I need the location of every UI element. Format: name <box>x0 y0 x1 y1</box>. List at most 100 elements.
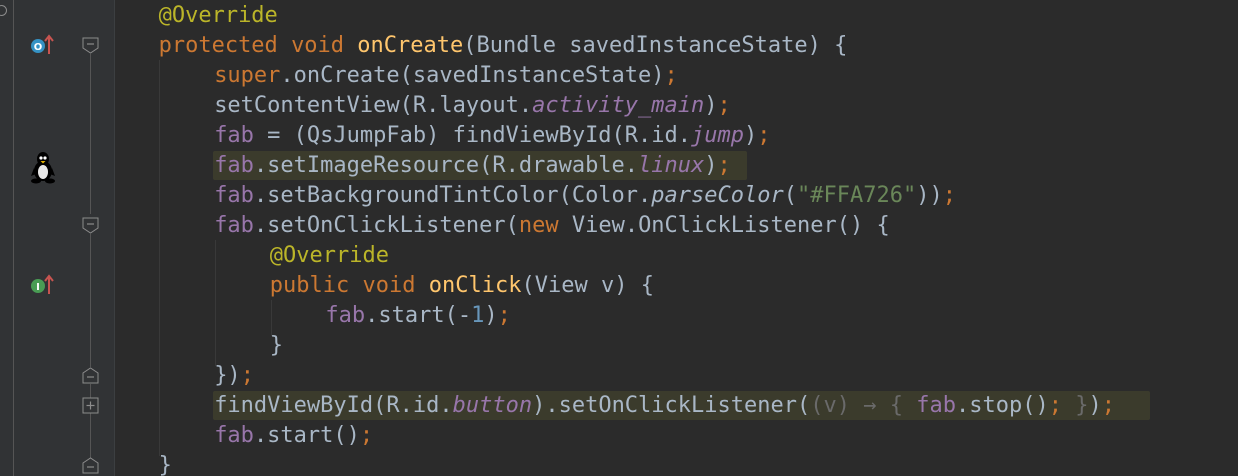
tool-window-strip <box>0 0 14 476</box>
code-line[interactable]: super.onCreate(savedInstanceState); <box>214 61 678 91</box>
code-line[interactable]: public void onClick(View v) { <box>270 271 654 301</box>
code-token: ) <box>484 303 498 328</box>
code-token: } <box>269 333 284 358</box>
code-line[interactable]: fab.setImageResource(R.drawable.linux); <box>214 151 731 181</box>
code-token: ; <box>717 93 731 118</box>
code-token: .stop() <box>955 393 1049 418</box>
code-token: ; <box>497 303 511 328</box>
fold-collapse-icon[interactable] <box>82 37 99 54</box>
code-token: @Override <box>158 3 278 28</box>
code-line[interactable]: protected void onCreate(Bundle savedInst… <box>159 31 848 61</box>
indent-guide <box>215 240 216 366</box>
code-line[interactable]: }); <box>214 361 254 391</box>
code-token: super <box>214 63 281 88</box>
fold-line <box>90 384 91 460</box>
code-token: .setOnClickListener( <box>253 213 519 238</box>
code-token: fab <box>214 423 254 448</box>
implement-method-icon[interactable]: I <box>30 274 56 296</box>
code-line[interactable]: } <box>270 331 283 361</box>
code-line[interactable]: fab.start(-1); <box>325 301 510 331</box>
code-token: fab <box>214 153 254 178</box>
code-token: .setBackgroundTintColor(Color. <box>253 183 652 208</box>
code-token: ) <box>704 153 718 178</box>
code-token: new <box>518 213 559 238</box>
code-token: } <box>1075 393 1089 418</box>
code-line[interactable]: fab.start(); <box>214 421 373 451</box>
tool-window-indicator-icon[interactable] <box>0 5 7 16</box>
code-line[interactable]: fab = (QsJumpFab) findViewById(R.id.jump… <box>214 121 770 151</box>
code-token: setContentView(R.layout. <box>214 93 533 118</box>
override-method-icon[interactable]: O <box>30 34 56 56</box>
code-token: View.OnClickListener() { <box>558 213 890 238</box>
code-token: fab <box>214 213 254 238</box>
code-token: button <box>452 393 533 418</box>
code-token: jump <box>691 123 745 148</box>
code-token: .onCreate(savedInstanceState) <box>280 63 665 88</box>
code-line[interactable]: } <box>159 451 172 476</box>
fold-collapse-icon[interactable] <box>82 217 99 234</box>
code-token: ) <box>744 123 758 148</box>
code-token: 1 <box>471 303 485 328</box>
indent-guide <box>159 60 160 456</box>
code-token: .start(- <box>365 303 472 328</box>
code-token: fab <box>214 123 254 148</box>
fold-expand-icon[interactable] <box>82 397 99 414</box>
code-token: = (QsJumpFab) findViewById(R.id. <box>253 123 692 148</box>
fold-end-icon[interactable] <box>82 457 99 474</box>
code-token: fab <box>325 303 366 328</box>
code-token: onClick <box>428 273 522 298</box>
code-token: onCreate <box>357 33 464 58</box>
code-token: findViewById(R.id. <box>214 393 453 418</box>
code-token: linux <box>638 153 705 178</box>
gutter-separator <box>114 0 115 476</box>
code-token: } <box>158 453 172 476</box>
code-token: ; <box>359 423 374 448</box>
code-token: parseColor <box>651 183 784 208</box>
code-token: @Override <box>269 243 390 268</box>
code-token: "#FFA726" <box>797 183 917 208</box>
code-token: (View v) { <box>521 273 654 298</box>
code-token: public <box>269 273 350 298</box>
code-editor[interactable]: O I @Override protected void onCreate(Bun… <box>0 0 1238 476</box>
code-token: ; <box>757 123 771 148</box>
fold-line <box>90 234 91 367</box>
code-token: ; <box>717 153 731 178</box>
code-token: fab <box>916 393 956 418</box>
code-token: ).setOnClickListener( <box>532 393 811 418</box>
linux-penguin-icon[interactable] <box>28 150 58 184</box>
code-token: fab <box>214 183 254 208</box>
implement-badge: I <box>36 282 40 293</box>
code-line[interactable]: findViewById(R.id.button).setOnClickList… <box>214 391 1115 421</box>
fold-line <box>90 54 91 214</box>
code-token: ; <box>240 363 254 388</box>
code-line[interactable]: @Override <box>270 241 389 271</box>
editor-gutter <box>14 0 114 476</box>
override-badge: O <box>34 42 43 53</box>
code-token: void <box>291 33 345 58</box>
code-token: ; <box>1101 393 1115 418</box>
code-token: ) <box>1088 393 1102 418</box>
code-token: ) <box>704 93 718 118</box>
code-token: .start() <box>253 423 360 448</box>
code-token: ; <box>942 183 956 208</box>
code-token: ; <box>664 63 678 88</box>
code-token: protected <box>158 33 278 58</box>
code-token: .setImageResource(R.drawable. <box>253 153 639 178</box>
code-token: (Bundle savedInstanceState) { <box>463 33 848 58</box>
code-token: void <box>362 273 416 298</box>
code-line[interactable]: fab.setOnClickListener(new View.OnClickL… <box>214 211 890 241</box>
code-token: (v) → { <box>810 393 917 418</box>
code-token: activity_main <box>532 93 705 118</box>
code-token: ; <box>1048 393 1076 418</box>
code-line[interactable]: fab.setBackgroundTintColor(Color.parseCo… <box>214 181 956 211</box>
code-line[interactable]: @Override <box>159 1 278 31</box>
code-token: }) <box>214 363 241 388</box>
fold-end-icon[interactable] <box>82 367 99 384</box>
code-line[interactable]: setContentView(R.layout.activity_main); <box>214 91 731 121</box>
code-token: )) <box>916 183 943 208</box>
code-token: ( <box>783 183 797 208</box>
